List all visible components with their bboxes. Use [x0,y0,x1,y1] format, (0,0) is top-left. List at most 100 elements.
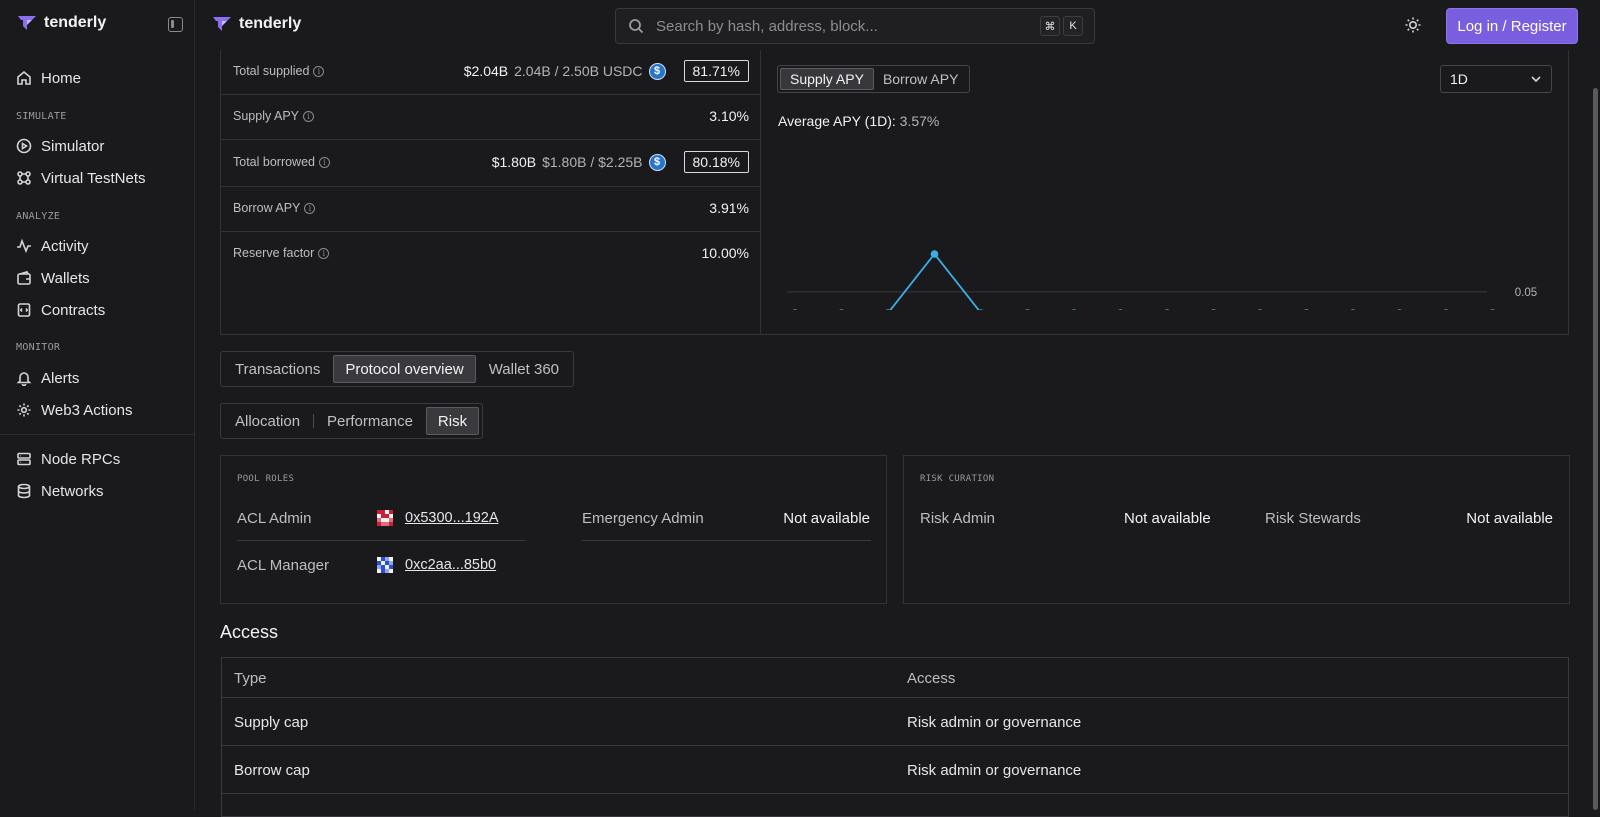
data-point [1304,309,1309,310]
acl-manager-address-link[interactable]: 0xc2aa...85b0 [377,557,496,573]
total-supplied-label: Total supplied [233,64,310,78]
usdc-icon: $ [648,62,666,80]
tab-allocation[interactable]: Allocation [224,407,311,435]
sidebar-item-label: Web3 Actions [41,401,133,419]
data-point [1071,309,1077,310]
sidebar-item-wallets[interactable]: Wallets [16,266,90,290]
kbd-command-key: ⌘ [1040,16,1060,36]
wallet-icon [17,270,31,285]
tenderly-logo-icon [213,17,231,31]
risk-admin-value: Not available [1124,510,1211,527]
tab-wallet-360[interactable]: Wallet 360 [478,355,570,383]
time-range-select[interactable]: 1D [1440,65,1552,93]
total-borrowed-utilization: 80.18% [683,151,749,173]
sidebar-collapse-icon[interactable] [168,17,183,32]
search-bar[interactable]: ⌘ K [615,8,1095,44]
acl-admin-address: 0x5300...192A [405,510,499,526]
gear-icon [17,403,31,417]
info-icon[interactable]: i [319,156,330,168]
sidebar-item-contracts[interactable]: Contracts [16,298,105,322]
apy-line-chart: 0.0522:005 Jun02:0004:0006:0008:0010:001… [787,250,1537,310]
stat-row-borrow-apy: Borrow APY i 3.91% [221,187,761,232]
supply-apy-label: Supply APY [233,109,300,123]
sub-tabs: Allocation Performance Risk [220,403,484,439]
total-borrowed-label: Total borrowed [233,155,315,169]
risk-curation-card: RISK CURATION Risk Admin Not available R… [903,455,1570,604]
sidebar-section-simulate: SIMULATE [16,111,67,122]
sidebar-item-label: Home [41,69,82,87]
access-value-cell: Risk admin or governance [907,713,1082,731]
risk-curation-caption: RISK CURATION [920,474,995,484]
access-type-cell: Borrow cap [234,761,310,779]
emergency-admin-label: Emergency Admin [582,510,704,527]
acl-manager-label: ACL Manager [237,557,329,574]
address-avatar [377,557,393,573]
home-icon [17,70,31,85]
info-icon[interactable]: i [313,65,325,77]
activity-icon [17,238,31,254]
data-point [1397,309,1402,310]
search-input[interactable] [656,17,1026,35]
total-supplied-detail: 2.04B / 2.50B USDC [514,63,643,79]
column-header-type: Type [234,669,267,687]
info-icon[interactable]: i [303,110,315,122]
play-circle-icon [16,138,32,154]
sidebar-item-label: Wallets [41,269,90,287]
pool-roles-caption: POOL ROLES [237,474,295,484]
stat-label: Total borrowed i [233,155,330,169]
info-icon[interactable]: i [318,247,330,259]
total-borrowed-value: $1.80B [491,154,537,170]
sidebar-item-label: Activity [41,237,89,255]
header-logo[interactable]: tenderly [212,15,301,33]
sidebar-item-simulator[interactable]: Simulator [16,134,104,158]
stat-row-supply-apy: Supply APY i 3.10% [221,95,761,140]
sidebar-item-networks[interactable]: Networks [16,479,104,503]
tab-protocol-overview[interactable]: Protocol overview [333,355,476,383]
data-point [839,309,844,310]
data-point [1257,309,1263,310]
reserve-stats-card: Total supplied i $2.04B 2.04B / 2.50B US… [220,50,761,335]
sidebar-item-alerts[interactable]: Alerts [16,366,79,390]
theme-toggle-button[interactable] [1404,16,1422,34]
emergency-admin-value: Not available [783,510,870,527]
sidebar-item-node-rpcs[interactable]: Node RPCs [16,447,120,471]
sidebar-section-monitor: MONITOR [16,342,61,353]
risk-stewards-label: Risk Stewards [1265,510,1361,527]
supply-apy-toggle-button[interactable]: Supply APY [780,68,874,90]
borrow-apy-toggle-button[interactable]: Borrow APY [874,68,967,90]
time-range-value: 1D [1450,71,1468,87]
table-row: Borrow cap Risk admin or governance [222,746,1568,794]
data-point [1350,309,1356,310]
sidebar-item-home[interactable]: Home [16,66,81,90]
data-point [930,250,939,258]
data-point [1443,309,1449,310]
sidebar-item-web3-actions[interactable]: Web3 Actions [16,398,132,422]
access-table: Type Access Supply cap Risk admin or gov… [221,657,1569,817]
reserve-factor-label: Reserve factor [233,246,315,260]
apy-chart-card: Supply APY Borrow APY 1D Average APY (1D… [760,50,1569,335]
page-scrollbar[interactable] [1593,88,1598,810]
data-point [792,309,798,310]
sidebar-item-virtual-testnets[interactable]: Virtual TestNets [16,166,146,190]
sun-icon [1405,17,1421,33]
tenderly-logo-icon [18,16,36,30]
info-icon[interactable]: i [304,202,316,214]
stat-row-reserve-factor: Reserve factor i 10.00% [221,232,761,277]
sidebar-divider [0,434,195,435]
risk-admin-label: Risk Admin [920,510,996,527]
sidebar-logo[interactable]: tenderly [17,14,106,32]
data-point [1118,309,1123,310]
borrow-apy-label: Borrow APY [233,201,301,215]
login-register-button[interactable]: Log in / Register [1446,8,1578,44]
top-bar: tenderly ⌘ K Log in / Register [196,0,1600,50]
tab-transactions[interactable]: Transactions [224,355,331,383]
tab-performance[interactable]: Performance [316,407,424,435]
total-borrowed-detail: $1.80B / $2.25B [542,154,643,170]
sidebar-item-label: Networks [41,482,104,500]
sidebar-item-activity[interactable]: Activity [16,234,89,258]
tab-risk[interactable]: Risk [425,407,480,435]
usdc-icon: $ [648,153,666,171]
acl-admin-address-link[interactable]: 0x5300...192A [377,510,499,526]
sidebar-item-label: Simulator [41,137,105,155]
access-value-cell: Risk admin or governance [907,761,1082,779]
